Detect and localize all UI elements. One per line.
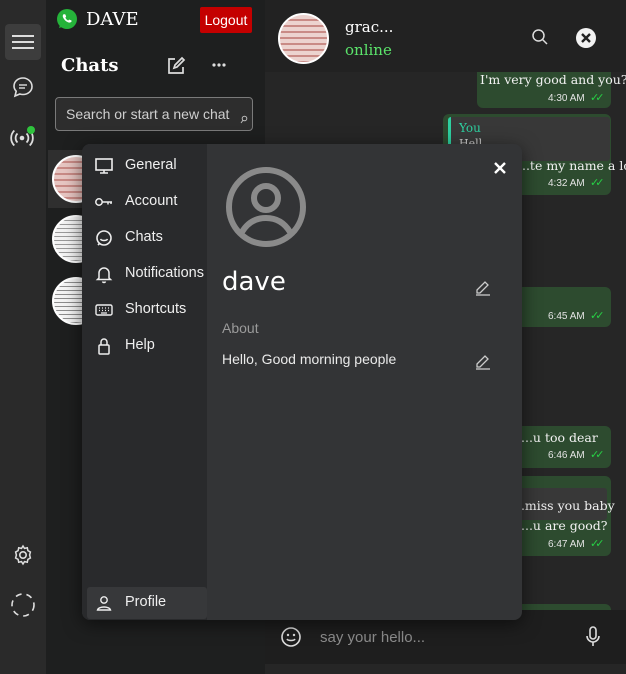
reply-author: You (459, 121, 481, 135)
more-options-icon[interactable] (211, 57, 227, 77)
edit-name-icon[interactable] (474, 278, 492, 300)
settings-nav-label: Profile (125, 594, 167, 610)
menu-icon[interactable] (5, 24, 41, 60)
edit-about-icon[interactable] (474, 352, 492, 374)
search-small-icon (240, 109, 248, 128)
message-input[interactable]: say your hello... (320, 629, 425, 646)
emoji-icon[interactable] (280, 626, 302, 652)
settings-nav-general[interactable]: General (82, 150, 207, 182)
microphone-icon[interactable] (584, 626, 602, 652)
profile-avatar-icon[interactable] (5, 587, 41, 623)
lock-icon (94, 336, 114, 356)
conversation-header: grac... online (265, 0, 626, 72)
settings-gear-icon[interactable] (5, 537, 41, 573)
settings-nav-label: Help (125, 337, 155, 353)
message-text: ...u are good? (521, 518, 608, 533)
message-bubble: ...u too dear 6:46 AM ✓✓ (511, 426, 611, 468)
search-icon[interactable] (531, 28, 549, 50)
settings-nav-shortcuts[interactable]: Shortcuts (82, 294, 207, 326)
settings-nav-label: Account (125, 193, 178, 209)
keyboard-icon (94, 300, 114, 320)
message-time: 6:45 AM (548, 311, 585, 322)
status-icon[interactable] (5, 118, 41, 154)
settings-nav-help[interactable]: Help (82, 330, 207, 362)
settings-modal: General Account Chats Notifications Shor… (82, 144, 522, 620)
message-time: 4:30 AM (548, 93, 585, 104)
read-ticks-icon: ✓✓ (590, 309, 605, 322)
profile-photo-icon[interactable] (225, 166, 307, 252)
settings-nav-label: Notifications (125, 265, 204, 281)
left-rail (0, 0, 46, 674)
message-bubble: I'm very good and you? 4:30 AM ✓✓ (477, 72, 626, 108)
close-chat-icon[interactable] (575, 27, 597, 53)
key-icon (94, 192, 114, 212)
app-name: DAVE (86, 9, 139, 30)
chats-title: Chats (61, 55, 119, 76)
settings-nav-account[interactable]: Account (82, 186, 207, 218)
about-label: About (222, 320, 259, 336)
about-text: Hello, Good morning people (222, 351, 397, 367)
message-time: 6:46 AM (548, 450, 585, 461)
message-text: ...miss you baby (513, 498, 615, 513)
message-text: I'm very good and you? (480, 72, 626, 87)
chats-icon[interactable] (5, 69, 41, 105)
read-ticks-icon: ✓✓ (590, 91, 605, 104)
message-time: 6:47 AM (548, 539, 585, 550)
whatsapp-logo-icon (55, 7, 79, 35)
settings-nav: General Account Chats Notifications Shor… (82, 144, 207, 620)
contact-name[interactable]: grac... (345, 18, 393, 36)
settings-nav-profile[interactable]: Profile (87, 587, 207, 619)
contact-status: online (345, 41, 392, 59)
brand-row: DAVE Logout (46, 0, 265, 40)
message-bubble: ...miss you baby ...u are good? 6:47 AM … (507, 476, 615, 556)
logout-button[interactable]: Logout (200, 7, 252, 33)
settings-nav-label: Chats (125, 229, 163, 245)
read-ticks-icon: ✓✓ (590, 448, 605, 461)
contact-avatar[interactable] (278, 13, 329, 64)
settings-nav-label: General (125, 157, 177, 173)
new-chat-icon[interactable] (166, 56, 186, 80)
person-icon (94, 593, 114, 613)
read-ticks-icon: ✓✓ (590, 537, 605, 550)
message-bubble: 6:45 AM ✓✓ (515, 287, 611, 327)
profile-name: dave (222, 267, 286, 297)
bell-icon (94, 264, 114, 284)
settings-nav-chats[interactable]: Chats (82, 222, 207, 254)
settings-nav-label: Shortcuts (125, 301, 187, 317)
search-input[interactable]: Search or start a new chat (55, 97, 253, 131)
close-modal-icon[interactable] (493, 160, 507, 179)
message-text: ...u too dear (521, 430, 598, 445)
monitor-icon (94, 156, 114, 176)
read-ticks-icon: ✓✓ (590, 176, 605, 189)
message-time: 4:32 AM (548, 178, 585, 189)
message-text: ...te my name a lot (518, 158, 626, 173)
chat-bubble-icon (94, 228, 114, 248)
settings-nav-notifications[interactable]: Notifications (82, 258, 207, 290)
